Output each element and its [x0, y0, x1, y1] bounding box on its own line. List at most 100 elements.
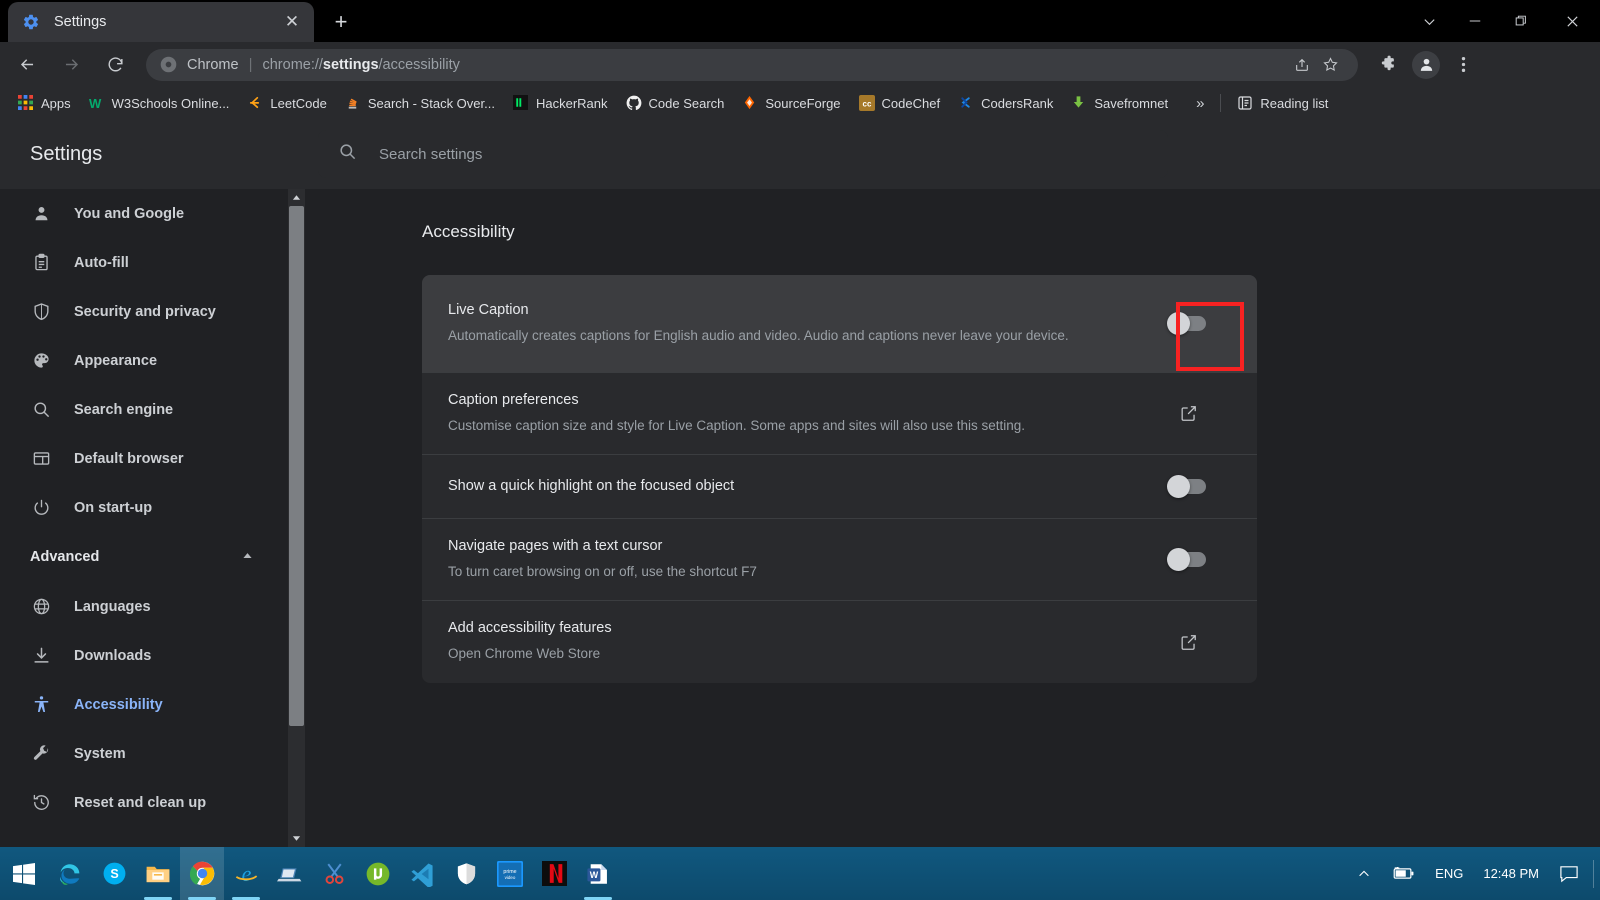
google-chrome-icon[interactable] — [180, 847, 224, 900]
sourceforge-icon — [742, 95, 758, 111]
utorrent-icon[interactable] — [356, 847, 400, 900]
bookmark-code-search[interactable]: Code Search — [618, 91, 733, 115]
browser-tab-settings[interactable]: Settings ✕ — [8, 2, 314, 42]
close-window-button[interactable] — [1544, 0, 1600, 42]
wrench-icon — [30, 743, 52, 765]
microsoft-word-icon[interactable]: W — [576, 847, 620, 900]
microsoft-edge-icon[interactable] — [48, 847, 92, 900]
page-title: Settings — [0, 143, 318, 166]
sidebar-item-default-browser[interactable]: Default browser — [0, 434, 288, 483]
windows-logo-icon[interactable] — [0, 847, 48, 900]
scrollbar-down-arrow[interactable] — [288, 830, 305, 847]
internet-explorer-icon[interactable]: e — [224, 847, 268, 900]
scrollbar-thumb[interactable] — [289, 206, 304, 726]
maximize-restore-button[interactable] — [1498, 0, 1544, 42]
prime-video-icon[interactable]: prime video — [488, 847, 532, 900]
remote-desktop-icon[interactable] — [268, 847, 312, 900]
star-icon[interactable] — [1316, 51, 1344, 79]
external-link-icon[interactable] — [1179, 404, 1198, 423]
palette-icon — [30, 350, 52, 372]
vs-code-icon[interactable] — [400, 847, 444, 900]
bookmark-codersrank[interactable]: CodersRank — [950, 91, 1061, 115]
bookmark-savefromnet[interactable]: Savefromnet — [1063, 91, 1176, 115]
chevron-down-icon[interactable] — [1406, 0, 1452, 42]
bookmark-apps[interactable]: Apps — [10, 91, 79, 115]
sidebar-scrollbar[interactable] — [288, 189, 305, 847]
external-link-icon[interactable] — [1179, 633, 1198, 652]
sidebar-item-languages[interactable]: Languages — [0, 582, 288, 631]
tray-expand-chevron-icon[interactable] — [1347, 847, 1381, 900]
setting-subtitle: Open Chrome Web Store — [448, 643, 1138, 665]
language-indicator[interactable]: ENG — [1425, 847, 1473, 900]
snipping-tool-icon[interactable] — [312, 847, 356, 900]
netflix-icon[interactable] — [532, 847, 576, 900]
omnibox-separator: | — [249, 56, 253, 73]
bookmark-label: W3Schools Online... — [112, 96, 230, 111]
sidebar-item-auto-fill[interactable]: Auto-fill — [0, 238, 288, 287]
url-host: settings — [323, 57, 379, 73]
new-tab-button[interactable]: + — [326, 7, 356, 37]
bookmark-hackerrank[interactable]: HackerRank — [505, 91, 616, 115]
avatar[interactable] — [1412, 51, 1440, 79]
stackoverflow-icon — [345, 95, 361, 111]
search-input[interactable]: Search settings — [318, 130, 1168, 178]
reading-list-button[interactable]: Reading list — [1227, 91, 1338, 115]
live-caption-toggle[interactable] — [1170, 316, 1206, 331]
bookmark-label: Apps — [41, 96, 71, 111]
sidebar-item-label: Accessibility — [74, 697, 163, 713]
scrollbar-up-arrow[interactable] — [288, 189, 305, 206]
bookmark-leetcode[interactable]: LeetCode — [239, 91, 334, 115]
sidebar-item-on-start-up[interactable]: On start-up — [0, 483, 288, 532]
sidebar-item-system[interactable]: System — [0, 729, 288, 778]
tab-title: Settings — [54, 14, 280, 30]
file-explorer-icon[interactable] — [136, 847, 180, 900]
setting-title: Live Caption — [448, 300, 1145, 321]
back-button[interactable] — [10, 48, 44, 82]
setting-row-caret-browsing[interactable]: Navigate pages with a text cursor To tur… — [422, 519, 1257, 601]
reload-button[interactable] — [98, 48, 132, 82]
notification-icon[interactable] — [1549, 847, 1589, 900]
minimize-button[interactable] — [1452, 0, 1498, 42]
svg-text:S: S — [110, 867, 118, 881]
sidebar-section-advanced[interactable]: Advanced — [0, 532, 288, 582]
three-dot-menu-icon[interactable] — [1446, 48, 1480, 82]
sidebar-item-accessibility[interactable]: Accessibility — [0, 680, 288, 729]
close-icon[interactable]: ✕ — [280, 10, 304, 34]
sidebar-item-downloads[interactable]: Downloads — [0, 631, 288, 680]
windows-security-icon[interactable] — [444, 847, 488, 900]
bookmark-codechef[interactable]: cc CodeChef — [851, 91, 949, 115]
sidebar-item-appearance[interactable]: Appearance — [0, 336, 288, 385]
codechef-icon: cc — [859, 95, 875, 111]
bookmark-label: CodeChef — [882, 96, 941, 111]
forward-button[interactable] — [54, 48, 88, 82]
globe-icon — [30, 596, 52, 618]
setting-row-caption-preferences[interactable]: Caption preferences Customise caption si… — [422, 373, 1257, 455]
setting-row-quick-highlight[interactable]: Show a quick highlight on the focused ob… — [422, 455, 1257, 519]
bookmark-stackoverflow[interactable]: Search - Stack Over... — [337, 91, 503, 115]
toolbar-actions — [1364, 48, 1486, 82]
sidebar-item-you-and-google[interactable]: You and Google — [0, 189, 288, 238]
sidebar-item-search-engine[interactable]: Search engine — [0, 385, 288, 434]
show-desktop-button[interactable] — [1593, 860, 1594, 888]
battery-charging-icon[interactable] — [1381, 847, 1425, 900]
address-bar[interactable]: Chrome | chrome://settings/accessibility — [146, 49, 1358, 81]
setting-row-live-caption[interactable]: Live Caption Automatically creates capti… — [422, 275, 1257, 373]
sidebar-item-security-and-privacy[interactable]: Security and privacy — [0, 287, 288, 336]
bookmark-w3schools[interactable]: W W3Schools Online... — [81, 91, 238, 115]
clock[interactable]: 12:48 PM — [1473, 847, 1549, 900]
bookmarks-overflow-button[interactable]: » — [1186, 95, 1214, 112]
url-path: /accessibility — [379, 57, 460, 73]
quick-highlight-toggle[interactable] — [1170, 479, 1206, 494]
w3schools-icon: W — [89, 95, 105, 111]
setting-row-add-accessibility-features[interactable]: Add accessibility features Open Chrome W… — [422, 601, 1257, 683]
bookmark-sourceforge[interactable]: SourceForge — [734, 91, 848, 115]
caret-browsing-toggle[interactable] — [1170, 552, 1206, 567]
bookmark-label: SourceForge — [765, 96, 840, 111]
savefrom-icon — [1071, 95, 1087, 111]
sidebar-item-reset-and-clean-up[interactable]: Reset and clean up — [0, 778, 288, 827]
share-icon[interactable] — [1288, 51, 1316, 79]
omnibox-chip-label: Chrome — [187, 57, 239, 73]
puzzle-icon[interactable] — [1370, 48, 1404, 82]
setting-subtitle: To turn caret browsing on or off, use th… — [448, 561, 1138, 583]
skype-icon[interactable]: S — [92, 847, 136, 900]
